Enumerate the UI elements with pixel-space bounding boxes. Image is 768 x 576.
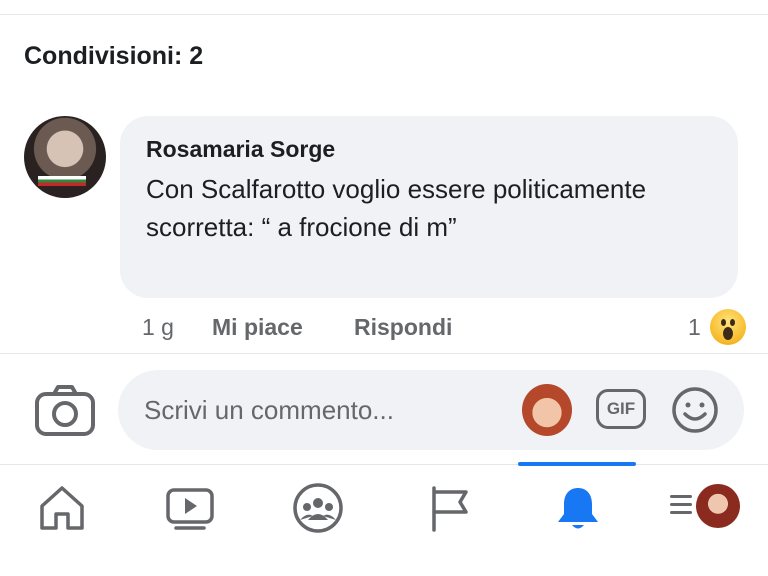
reaction-count[interactable]: 1 [688, 314, 701, 341]
top-divider [0, 14, 768, 15]
comment-author[interactable]: Rosamaria Sorge [146, 136, 335, 163]
comment-time: 1 g [142, 314, 174, 340]
comment-input[interactable]: Scrivi un commento... GIF [118, 370, 744, 450]
active-tab-indicator [518, 462, 636, 466]
pages-flag-icon[interactable] [424, 482, 476, 534]
comment-input-placeholder: Scrivi un commento... [144, 395, 394, 425]
commenter-avatar[interactable] [24, 116, 106, 198]
composer-divider [0, 353, 768, 354]
reply-button[interactable]: Rispondi [354, 314, 452, 341]
video-icon[interactable] [164, 482, 216, 534]
wow-emoji-icon[interactable] [710, 309, 746, 345]
comment-bubble[interactable]: Rosamaria Sorge Con Scalfarotto voglio e… [120, 116, 738, 298]
groups-icon[interactable] [292, 482, 344, 534]
gif-button[interactable]: GIF [596, 389, 646, 429]
menu-icon[interactable] [670, 490, 692, 520]
avatar-sticker-icon[interactable] [522, 384, 572, 436]
profile-avatar-tab[interactable] [696, 484, 740, 528]
tabbar-divider [0, 464, 768, 465]
home-icon[interactable] [36, 482, 88, 534]
camera-icon[interactable] [34, 384, 96, 438]
like-button[interactable]: Mi piace [212, 314, 303, 341]
shares-count[interactable]: Condivisioni: 2 [24, 42, 203, 71]
emoji-icon[interactable] [670, 385, 720, 435]
comment-text: Con Scalfarotto voglio essere politicame… [146, 174, 647, 242]
notifications-bell-icon[interactable] [552, 482, 604, 534]
avatar-flag-badge [38, 176, 86, 186]
